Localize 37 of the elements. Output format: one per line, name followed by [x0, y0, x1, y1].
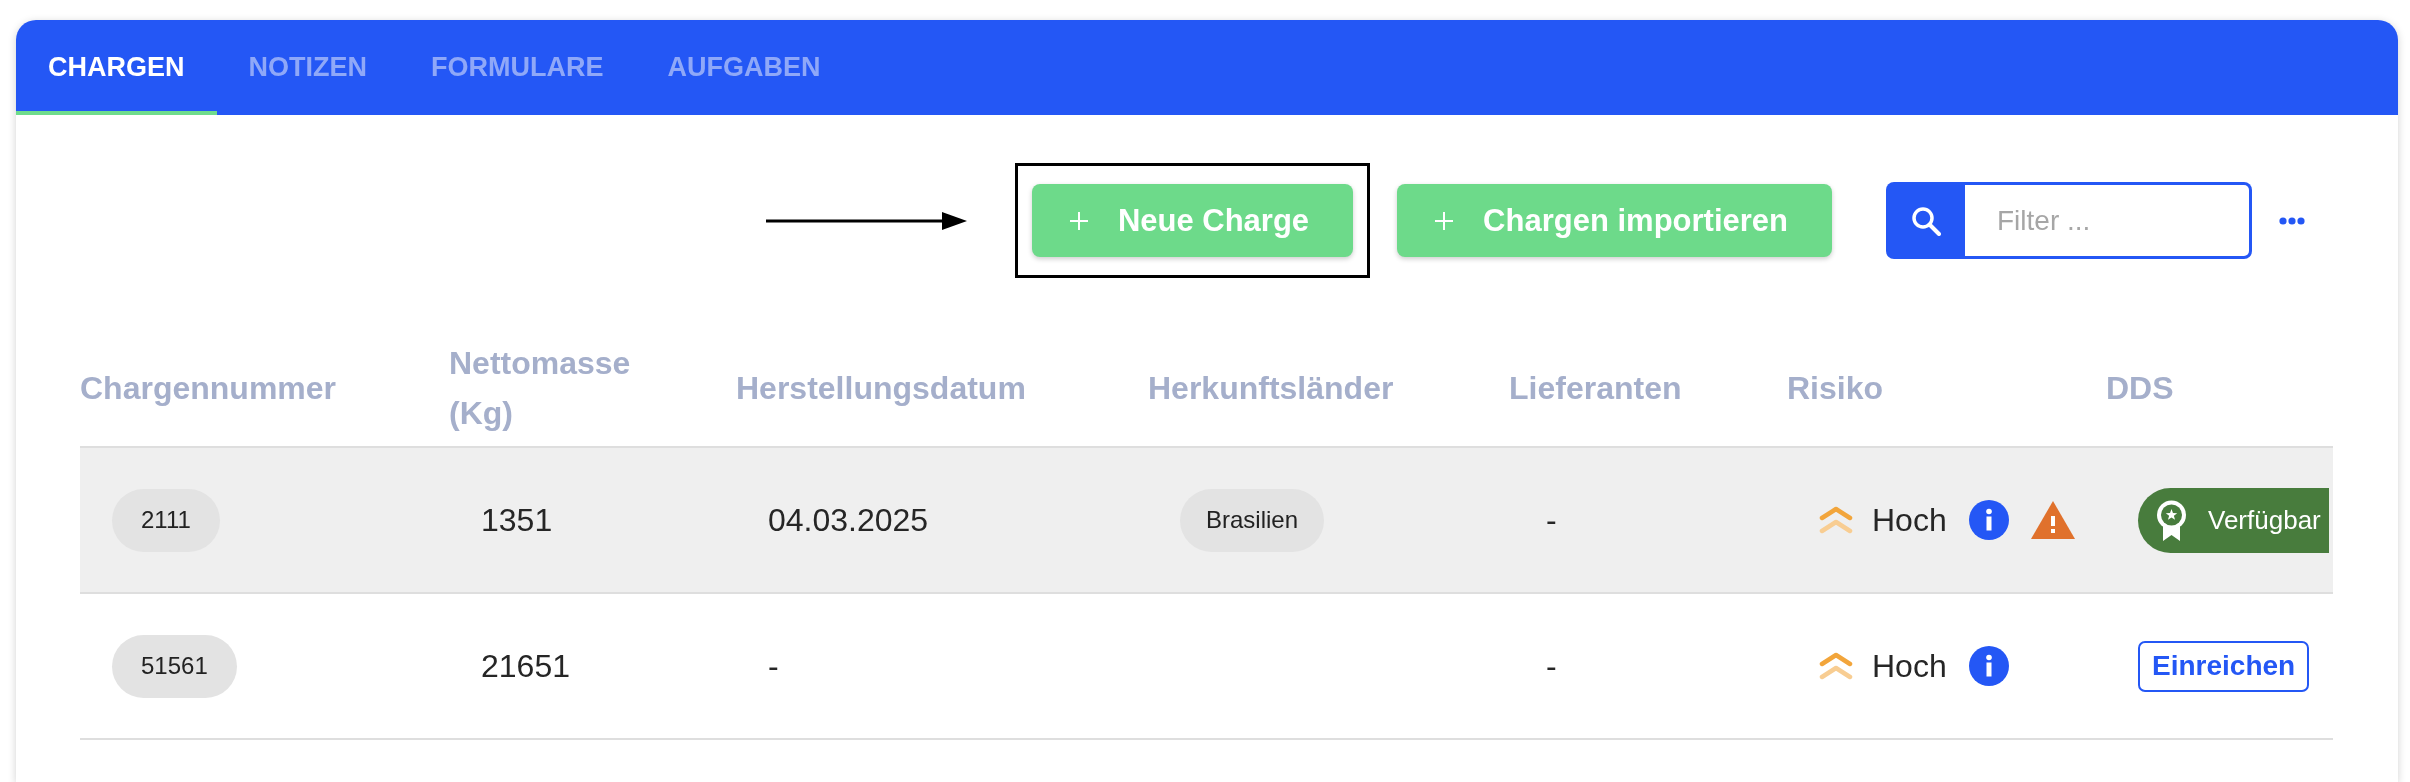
- search-icon[interactable]: [1886, 182, 1965, 259]
- tab[interactable]: AUFGABEN: [635, 20, 853, 115]
- date-text: -: [768, 647, 779, 685]
- column-header: Risiko: [1787, 369, 1884, 409]
- column-header: DDS: [2106, 369, 2174, 409]
- batch-number-tag: 51561: [112, 634, 237, 698]
- column-header: Nettomasse (Kg): [449, 344, 632, 433]
- risk-label: Hoch: [1872, 501, 1947, 539]
- filter-field[interactable]: Filter ...: [1965, 182, 2252, 259]
- tab[interactable]: NOTIZEN: [216, 20, 399, 115]
- status-text: Verfügbar: [2208, 504, 2321, 536]
- country-tag: Brasilien: [1180, 488, 1325, 552]
- column-header: Chargennummer: [80, 369, 337, 409]
- info-icon[interactable]: [1968, 500, 2009, 540]
- date-text: 04.03.2025: [768, 501, 929, 539]
- batch-number-tag: 2111: [112, 488, 220, 552]
- submit-button[interactable]: Einreichen: [2138, 640, 2310, 692]
- column-header: Lieferanten: [1509, 369, 1682, 409]
- table-row[interactable]: 2111 1351 04.03.2025 Brasilien - Hoch Verfügbar: [80, 448, 2333, 594]
- risk-label: Hoch: [1872, 647, 1947, 685]
- supplier-text: -: [1546, 501, 1557, 539]
- new-batch-button[interactable]: Neue Charge: [1031, 184, 1354, 257]
- tab[interactable]: FORMULARE: [399, 20, 636, 115]
- plus-icon: [1069, 211, 1088, 230]
- net-mass-text: 21651: [481, 647, 570, 685]
- supplier-text: -: [1546, 647, 1557, 685]
- more-icon[interactable]: [2279, 216, 2305, 225]
- double-chevron-icon: [1819, 652, 1853, 680]
- import-button[interactable]: Chargen importieren: [1397, 184, 1832, 257]
- column-header: Herstellungsdatum: [736, 369, 1026, 409]
- plus-icon: [1435, 211, 1454, 230]
- net-mass-text: 1351: [481, 501, 553, 539]
- tab[interactable]: CHARGEN: [16, 20, 217, 115]
- double-chevron-icon: [1819, 506, 1853, 534]
- column-header: Herkunftsländer: [1148, 369, 1394, 409]
- info-icon[interactable]: [1968, 646, 2009, 686]
- award-icon: [2155, 499, 2188, 541]
